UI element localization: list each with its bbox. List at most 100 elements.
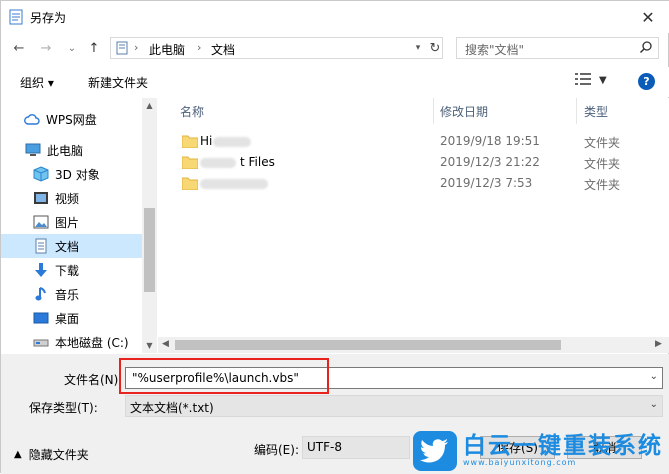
column-divider[interactable] <box>576 98 577 124</box>
pictures-icon <box>33 214 49 230</box>
folder-icon <box>181 177 199 191</box>
help-icon[interactable]: ? <box>638 73 655 90</box>
encoding-select[interactable]: UTF-8 <box>302 436 410 459</box>
sidebar-item-music[interactable]: 音乐 <box>1 282 142 306</box>
breadcrumb-documents[interactable]: 文档 <box>211 41 235 58</box>
sidebar-item-documents[interactable]: 文档 <box>1 234 142 258</box>
music-icon <box>33 286 49 302</box>
back-button[interactable]: ← <box>10 38 28 58</box>
file-row[interactable]: t Files 2019/12/3 21:22 文件夹 <box>158 152 669 174</box>
address-bar[interactable]: › 此电脑 › 文档 ▾ ↻ <box>110 37 443 59</box>
sidebar-item-label: 下载 <box>55 263 80 278</box>
navigation-pane-scrollbar[interactable]: ▲ ▼ <box>142 98 157 353</box>
sidebar-item-downloads[interactable]: 下载 <box>1 258 142 282</box>
3d-objects-icon <box>33 166 49 182</box>
forward-button[interactable]: → <box>37 38 55 58</box>
organize-menu[interactable]: 组织 ▾ <box>20 74 54 91</box>
scroll-up-icon[interactable]: ▲ <box>142 98 157 112</box>
sidebar-item-video[interactable]: 视频 <box>1 186 142 210</box>
download-icon <box>33 262 49 278</box>
sidebar-item-local-disk-c[interactable]: 本地磁盘 (C:) <box>1 330 142 353</box>
window-title: 另存为 <box>30 11 67 25</box>
hide-folders-toggle[interactable]: ▲ 隐藏文件夹 <box>14 446 89 463</box>
sidebar-item-label: WPS网盘 <box>46 112 97 127</box>
refresh-icon[interactable]: ↻ <box>427 38 443 58</box>
chevron-down-icon[interactable]: ⌄ <box>650 399 658 410</box>
column-header-date[interactable]: 修改日期 <box>440 98 488 124</box>
chevron-up-icon: ▲ <box>14 449 22 460</box>
filename-field[interactable]: "%userprofile%\launch.vbs" ⌄ <box>125 367 663 389</box>
column-header-name[interactable]: 名称 <box>180 98 204 124</box>
encoding-value: UTF-8 <box>307 440 342 454</box>
address-dropdown-icon[interactable]: ▾ <box>411 38 425 58</box>
hide-folders-label: 隐藏文件夹 <box>28 448 89 462</box>
cloud-icon <box>24 111 40 127</box>
filetype-label: 保存类型(T): <box>29 401 98 415</box>
up-button[interactable]: ↑ <box>85 38 103 58</box>
drive-icon <box>33 334 49 350</box>
file-date: 2019/12/3 7:53 <box>440 176 533 190</box>
documents-location-icon <box>116 41 128 58</box>
sidebar-item-label: 3D 对象 <box>55 167 100 182</box>
sidebar-item-label: 图片 <box>55 215 80 230</box>
filetype-select[interactable]: 文本文档(*.txt) ⌄ <box>125 395 663 417</box>
column-divider[interactable] <box>433 98 434 124</box>
sidebar-item-desktop[interactable]: 桌面 <box>1 306 142 330</box>
file-list: 名称 修改日期 类型 Hi 2019/9/18 19:51 文件夹 t File… <box>158 98 669 353</box>
chevron-down-icon: ▼ <box>599 75 607 86</box>
scrollbar-thumb[interactable] <box>175 340 561 350</box>
notepad-icon <box>9 9 23 25</box>
sidebar-item-label: 文档 <box>55 239 80 254</box>
computer-icon <box>25 142 41 158</box>
filename-label: 文件名(N): <box>64 373 123 387</box>
details-view-icon <box>575 73 591 88</box>
breadcrumb-separator: › <box>134 41 139 54</box>
redacted-text <box>213 136 252 147</box>
sidebar-item-label: 本地磁盘 (C:) <box>55 335 129 350</box>
file-type: 文件夹 <box>584 136 621 150</box>
column-header-type[interactable]: 类型 <box>584 98 608 124</box>
watermark-text: 白云一键重装系统 www.baiyunxitong.com <box>463 434 663 468</box>
recent-locations-button[interactable]: ⌄ <box>63 38 81 58</box>
breadcrumb-separator: › <box>197 41 202 54</box>
search-icon[interactable] <box>639 40 653 59</box>
folder-icon <box>181 135 199 149</box>
scrollbar-thumb[interactable] <box>144 208 155 292</box>
redacted-text <box>200 178 268 189</box>
sidebar-item-wps-cloud[interactable]: WPS网盘 <box>1 107 142 131</box>
file-row[interactable]: Hi 2019/9/18 19:51 文件夹 <box>158 131 669 153</box>
breadcrumb-this-pc[interactable]: 此电脑 <box>149 41 185 58</box>
file-name: t Files <box>200 155 275 169</box>
search-input[interactable]: 搜索"文档" <box>456 37 659 59</box>
chevron-down-icon[interactable]: ⌄ <box>650 371 658 382</box>
sidebar-item-this-pc[interactable]: 此电脑 <box>1 138 142 162</box>
scroll-down-icon[interactable]: ▼ <box>142 338 157 352</box>
video-icon <box>33 190 49 206</box>
close-button[interactable]: ✕ <box>629 3 667 31</box>
navigation-pane: WPS网盘 此电脑 3D 对象 视频 图片 文档 下载 音乐 桌面 本地磁盘 (… <box>1 98 156 353</box>
sidebar-item-label: 桌面 <box>55 311 80 326</box>
new-folder-button[interactable]: 新建文件夹 <box>88 74 148 91</box>
scroll-right-icon[interactable]: ▶ <box>655 339 662 349</box>
watermark-title: 白云一键重装系统 <box>463 432 663 459</box>
command-bar: 组织 ▾ 新建文件夹 ▼ ? <box>1 67 669 97</box>
filetype-value: 文本文档(*.txt) <box>130 401 214 415</box>
file-name: Hi <box>200 134 252 148</box>
sidebar-item-3d-objects[interactable]: 3D 对象 <box>1 162 142 186</box>
file-list-scrollbar[interactable]: ◀ ▶ <box>158 337 669 353</box>
file-date: 2019/9/18 19:51 <box>440 134 540 148</box>
file-row[interactable]: 2019/12/3 7:53 文件夹 <box>158 173 669 195</box>
sidebar-item-pictures[interactable]: 图片 <box>1 210 142 234</box>
sidebar-item-label: 此电脑 <box>47 143 84 158</box>
file-type: 文件夹 <box>584 157 621 171</box>
view-options-button[interactable]: ▼ <box>575 73 607 88</box>
navigation-bar: ← → ⌄ ↑ › 此电脑 › 文档 ▾ ↻ 搜索"文档" <box>1 35 669 63</box>
watermark-url: www.baiyunxitong.com <box>463 457 577 467</box>
twitter-bird-icon <box>413 430 457 471</box>
watermark-logo: 白云一键重装系统 www.baiyunxitong.com <box>413 427 669 474</box>
save-as-dialog: 另存为 ✕ ← → ⌄ ↑ › 此电脑 › 文档 ▾ ↻ 搜索"文档" 组织 ▾… <box>0 0 669 474</box>
file-name <box>200 176 268 190</box>
title-bar: 另存为 ✕ <box>1 1 669 33</box>
file-date: 2019/12/3 21:22 <box>440 155 540 169</box>
scroll-left-icon[interactable]: ◀ <box>162 339 169 349</box>
